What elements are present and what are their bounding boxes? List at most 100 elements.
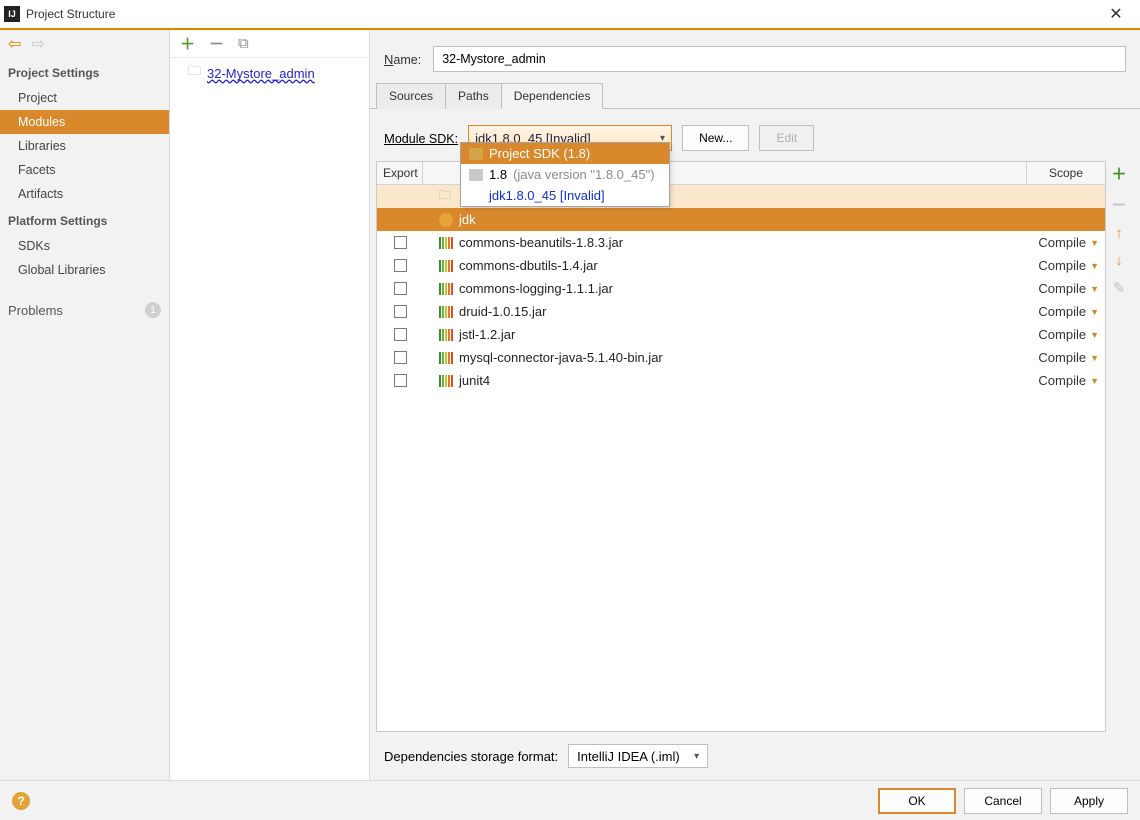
dep-name: jdk bbox=[459, 212, 476, 227]
scope-value: Compile bbox=[1038, 258, 1086, 273]
module-tree-panel: ＋ － ⧉ 🗀 32-Mystore_admin bbox=[170, 30, 370, 780]
chevron-down-icon[interactable]: ▼ bbox=[1090, 307, 1099, 317]
table-row[interactable]: commons-beanutils-1.8.3.jar Compile ▼ bbox=[377, 231, 1105, 254]
table-row[interactable]: druid-1.0.15.jar Compile ▼ bbox=[377, 300, 1105, 323]
sdk-edit-button: Edit bbox=[759, 125, 814, 151]
dep-name: commons-beanutils-1.8.3.jar bbox=[459, 235, 623, 250]
chevron-down-icon[interactable]: ▼ bbox=[1090, 353, 1099, 363]
chevron-down-icon[interactable]: ▼ bbox=[1090, 284, 1099, 294]
dialog-footer: ? OK Cancel Apply bbox=[0, 780, 1140, 820]
sidebar-item-facets[interactable]: Facets bbox=[0, 158, 169, 182]
nav-forward-icon[interactable]: ⇨ bbox=[31, 34, 44, 54]
export-checkbox[interactable] bbox=[394, 259, 407, 272]
tab-paths[interactable]: Paths bbox=[445, 83, 502, 109]
export-checkbox[interactable] bbox=[394, 305, 407, 318]
sdk-icon bbox=[439, 213, 453, 227]
export-checkbox[interactable] bbox=[394, 374, 407, 387]
library-icon bbox=[439, 237, 453, 249]
folder-icon: 🗀 bbox=[188, 62, 201, 84]
chevron-down-icon: ▾ bbox=[694, 751, 699, 762]
module-sdk-label: Module SDK: bbox=[384, 131, 458, 146]
dep-name: jstl-1.2.jar bbox=[459, 327, 515, 342]
dep-side-toolbar: ＋ － ↑ ↓ ✎ bbox=[1106, 161, 1132, 732]
table-row[interactable]: junit4 Compile ▼ bbox=[377, 369, 1105, 392]
option-label: 1.8 bbox=[489, 167, 507, 182]
folder-icon: 🗀 bbox=[439, 186, 451, 207]
table-row[interactable]: jdk bbox=[377, 208, 1105, 231]
sidebar-item-artifacts[interactable]: Artifacts bbox=[0, 182, 169, 206]
problems-label: Problems bbox=[8, 303, 63, 318]
export-checkbox[interactable] bbox=[394, 236, 407, 249]
sidebar-item-libraries[interactable]: Libraries bbox=[0, 134, 169, 158]
remove-module-icon[interactable]: － bbox=[209, 33, 224, 54]
chevron-down-icon[interactable]: ▼ bbox=[1090, 376, 1099, 386]
dep-name: mysql-connector-java-5.1.40-bin.jar bbox=[459, 350, 663, 365]
module-name: 32-Mystore_admin bbox=[207, 66, 315, 81]
tab-dependencies[interactable]: Dependencies bbox=[501, 83, 604, 109]
app-icon: IJ bbox=[4, 6, 20, 22]
sdk-option-project[interactable]: Project SDK (1.8) bbox=[461, 143, 669, 164]
sidebar-item-global-libraries[interactable]: Global Libraries bbox=[0, 258, 169, 282]
dep-move-up-icon[interactable]: ↑ bbox=[1115, 225, 1123, 242]
scope-value: Compile bbox=[1038, 350, 1086, 365]
sdk-option-18[interactable]: 1.8 (java version "1.8.0_45") bbox=[461, 164, 669, 185]
library-icon bbox=[439, 375, 453, 387]
table-row[interactable]: mysql-connector-java-5.1.40-bin.jar Compi… bbox=[377, 346, 1105, 369]
sidebar-item-problems[interactable]: Problems 1 bbox=[0, 294, 169, 326]
window-close-button[interactable]: ✕ bbox=[1096, 0, 1136, 28]
dep-name: druid-1.0.15.jar bbox=[459, 304, 546, 319]
dep-name: junit4 bbox=[459, 373, 490, 388]
titlebar: IJ Project Structure ✕ bbox=[0, 0, 1140, 30]
chevron-down-icon[interactable]: ▼ bbox=[1090, 238, 1099, 248]
sdk-option-invalid[interactable]: jdk1.8.0_45 [Invalid] bbox=[461, 185, 669, 206]
sidebar-item-sdks[interactable]: SDKs bbox=[0, 234, 169, 258]
library-icon bbox=[439, 260, 453, 272]
sidebar-item-project[interactable]: Project bbox=[0, 86, 169, 110]
library-icon bbox=[439, 306, 453, 318]
chevron-down-icon[interactable]: ▼ bbox=[1090, 261, 1099, 271]
scope-value: Compile bbox=[1038, 235, 1086, 250]
section-header-platform: Platform Settings bbox=[0, 206, 169, 234]
tab-sources[interactable]: Sources bbox=[376, 83, 446, 109]
sidebar-item-modules[interactable]: Modules bbox=[0, 110, 169, 134]
export-checkbox[interactable] bbox=[394, 328, 407, 341]
scope-value: Compile bbox=[1038, 304, 1086, 319]
storage-label: Dependencies storage format: bbox=[384, 749, 558, 764]
dep-name: commons-dbutils-1.4.jar bbox=[459, 258, 598, 273]
window-title: Project Structure bbox=[26, 7, 115, 21]
table-row[interactable]: commons-dbutils-1.4.jar Compile ▼ bbox=[377, 254, 1105, 277]
ok-button[interactable]: OK bbox=[878, 788, 956, 814]
sdk-new-button[interactable]: New... bbox=[682, 125, 749, 151]
nav-back-icon[interactable]: ⇦ bbox=[8, 34, 21, 54]
cancel-button[interactable]: Cancel bbox=[964, 788, 1042, 814]
storage-format-combo[interactable]: IntelliJ IDEA (.iml) ▾ bbox=[568, 744, 708, 768]
library-icon bbox=[439, 283, 453, 295]
export-checkbox[interactable] bbox=[394, 282, 407, 295]
table-row[interactable]: jstl-1.2.jar Compile ▼ bbox=[377, 323, 1105, 346]
apply-button[interactable]: Apply bbox=[1050, 788, 1128, 814]
option-label: Project SDK (1.8) bbox=[489, 146, 590, 161]
dep-name: commons-logging-1.1.1.jar bbox=[459, 281, 613, 296]
module-name-input[interactable] bbox=[433, 46, 1126, 72]
library-icon bbox=[439, 352, 453, 364]
copy-module-icon[interactable]: ⧉ bbox=[238, 35, 249, 52]
module-tabs: Sources Paths Dependencies bbox=[370, 82, 1140, 109]
folder-icon bbox=[469, 148, 483, 160]
scope-value: Compile bbox=[1038, 327, 1086, 342]
dep-move-down-icon[interactable]: ↓ bbox=[1115, 252, 1123, 269]
storage-value: IntelliJ IDEA (.iml) bbox=[577, 749, 680, 764]
settings-sidebar: ⇦ ⇨ Project Settings Project Modules Lib… bbox=[0, 30, 170, 780]
module-tree-item[interactable]: 🗀 32-Mystore_admin bbox=[170, 58, 369, 88]
dep-edit-icon[interactable]: ✎ bbox=[1113, 279, 1126, 297]
col-scope[interactable]: Scope bbox=[1027, 162, 1105, 184]
help-icon[interactable]: ? bbox=[12, 792, 30, 810]
dep-remove-icon[interactable]: － bbox=[1111, 194, 1126, 215]
scope-value: Compile bbox=[1038, 373, 1086, 388]
col-export[interactable]: Export bbox=[377, 162, 423, 184]
name-label: Name: bbox=[384, 52, 421, 67]
export-checkbox[interactable] bbox=[394, 351, 407, 364]
chevron-down-icon[interactable]: ▼ bbox=[1090, 330, 1099, 340]
add-module-icon[interactable]: ＋ bbox=[180, 33, 195, 54]
table-row[interactable]: commons-logging-1.1.1.jarCompile▼ bbox=[377, 277, 1105, 300]
dep-add-icon[interactable]: ＋ bbox=[1111, 163, 1126, 184]
